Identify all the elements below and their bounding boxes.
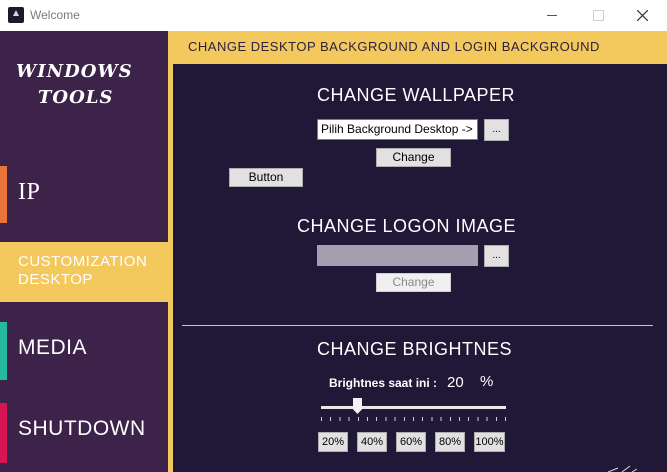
- brightness-unit: %: [480, 373, 494, 390]
- maximize-button[interactable]: [575, 0, 621, 31]
- minimize-icon: [547, 15, 557, 16]
- sidebar-accent-bar: [0, 166, 7, 223]
- brightness-slider[interactable]: [321, 398, 506, 421]
- maximize-icon: [593, 10, 604, 21]
- sidebar-item-label: IP: [18, 179, 41, 205]
- slider-thumb[interactable]: [353, 398, 362, 414]
- brand-logo: WINDOWS TOOLS: [16, 59, 156, 111]
- sidebar-item-label: CUSTOMIZATION DESKTOP: [18, 253, 148, 288]
- wallpaper-path-field[interactable]: Pilih Background Desktop ->: [317, 119, 478, 140]
- title-bar: Welcome: [0, 0, 667, 31]
- brand-line-1: WINDOWS: [16, 61, 133, 82]
- brightness-100-button[interactable]: 100%: [474, 432, 505, 452]
- slider-ticks: [321, 417, 506, 421]
- sidebar-item-ip[interactable]: IP: [0, 166, 168, 223]
- close-button[interactable]: [620, 0, 666, 31]
- generic-button[interactable]: Button: [229, 168, 303, 187]
- wallpaper-section-title: CHANGE WALLPAPER: [317, 85, 516, 105]
- close-icon: [637, 10, 648, 21]
- brand-line-2: TOOLS: [38, 87, 114, 108]
- sidebar-item-label: MEDIA: [18, 336, 88, 359]
- sidebar-item-shutdown[interactable]: SHUTDOWN: [0, 403, 168, 463]
- brightness-40-button[interactable]: 40%: [357, 432, 387, 452]
- page-title: CHANGE DESKTOP BACKGROUND AND LOGIN BACK…: [188, 39, 600, 54]
- sidebar-item-media[interactable]: MEDIA: [0, 322, 168, 380]
- sidebar-accent-bar: [0, 322, 7, 380]
- brightness-value: 20: [447, 374, 464, 391]
- logon-change-button[interactable]: Change: [376, 273, 451, 292]
- page-header: CHANGE DESKTOP BACKGROUND AND LOGIN BACK…: [168, 31, 667, 64]
- app-logo-icon: [8, 7, 24, 23]
- sidebar-item-customization-desktop[interactable]: CUSTOMIZATION DESKTOP: [0, 242, 168, 302]
- section-divider: [182, 325, 653, 326]
- sidebar-accent-bar: [0, 403, 7, 463]
- wallpaper-change-button[interactable]: Change: [376, 148, 451, 167]
- brightness-label: Brightnes saat ini :: [329, 376, 438, 390]
- resize-grip-icon: [608, 465, 638, 472]
- logon-section-title: CHANGE LOGON IMAGE: [297, 216, 517, 236]
- minimize-button[interactable]: [530, 0, 576, 31]
- main-panel: CHANGE WALLPAPER Pilih Background Deskto…: [168, 64, 667, 472]
- brightness-60-button[interactable]: 60%: [396, 432, 426, 452]
- sidebar-item-label: SHUTDOWN: [18, 417, 146, 440]
- brightness-80-button[interactable]: 80%: [435, 432, 465, 452]
- brightness-section-title: CHANGE BRIGHTNES: [317, 339, 513, 359]
- wallpaper-browse-button[interactable]: ...: [484, 119, 509, 141]
- slider-track: [321, 406, 506, 409]
- app-window: Welcome WINDOWS TOOLS IP CUSTOMIZATION D…: [0, 0, 667, 472]
- logon-path-field[interactable]: [317, 245, 478, 266]
- logon-browse-button[interactable]: ...: [484, 245, 509, 267]
- window-title: Welcome: [30, 8, 80, 22]
- brightness-20-button[interactable]: 20%: [318, 432, 348, 452]
- panel-accent-border: [168, 64, 173, 472]
- sidebar: WINDOWS TOOLS IP CUSTOMIZATION DESKTOP M…: [0, 31, 168, 472]
